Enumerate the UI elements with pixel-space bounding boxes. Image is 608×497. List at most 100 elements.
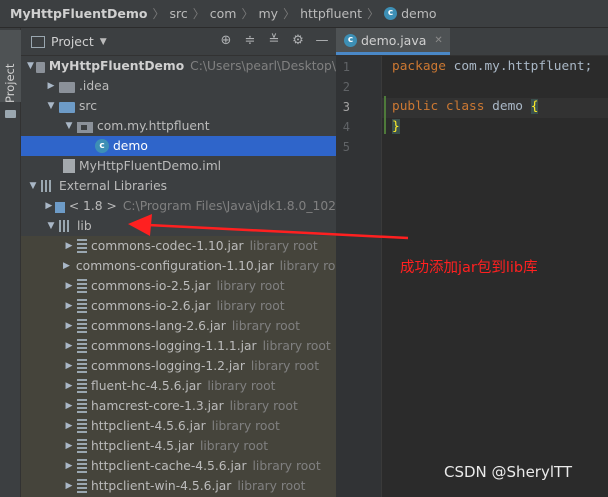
watermark: CSDN @SherylTT — [444, 463, 573, 481]
tree-row-jar[interactable]: ▶ httpclient-win-4.5.6.jar library root — [21, 476, 336, 496]
library-root-hint: library root — [229, 399, 298, 413]
java-class-icon: c — [384, 7, 398, 20]
chevron-right-icon[interactable]: ▶ — [63, 361, 75, 371]
chevron-right-icon[interactable]: ▶ — [63, 441, 75, 451]
chevron-right-icon[interactable]: ▶ — [63, 421, 75, 431]
tree-row-jar[interactable]: ▶ fluent-hc-4.5.6.jar library root — [21, 376, 336, 396]
library-root-hint: library root — [216, 279, 285, 293]
jar-icon — [77, 359, 87, 373]
java-class-icon: c — [344, 33, 357, 47]
tree-row-jar[interactable]: ▶ httpclient-4.5.6.jar library root — [21, 416, 336, 436]
tree-row-jar[interactable]: ▶ commons-codec-1.10.jar library root — [21, 236, 336, 256]
tree-row-package[interactable]: ▼ com.my.httpfluent — [21, 116, 336, 136]
tree-row-jar[interactable]: ▶ commons-io-2.5.jar library root — [21, 276, 336, 296]
chevron-right-icon: 〉 — [283, 7, 296, 21]
chevron-right-icon[interactable]: ▶ — [63, 281, 75, 291]
chevron-right-icon[interactable]: ▶ — [63, 341, 75, 351]
jar-icon — [77, 319, 87, 333]
tab-label: demo.java — [361, 32, 427, 48]
breadcrumb-com[interactable]: com — [210, 6, 237, 21]
chevron-right-icon: 〉 — [367, 7, 380, 21]
tree-row-jar[interactable]: ▶ httpclient-4.5.jar library root — [21, 436, 336, 456]
jar-name: commons-logging-1.2.jar — [91, 359, 245, 373]
jar-icon — [77, 399, 87, 413]
chevron-down-icon[interactable]: ▼ — [100, 37, 107, 47]
library-root-hint: library root — [262, 339, 331, 353]
jar-name: fluent-hc-4.5.6.jar — [91, 379, 202, 393]
tree-row-src[interactable]: ▼ src — [21, 96, 336, 116]
tree-row-jdk[interactable]: ▶ < 1.8 > C:\Program Files\Java\jdk1.8.0… — [21, 196, 336, 216]
tree-row-demo[interactable]: c demo — [21, 136, 336, 156]
chevron-right-icon[interactable]: ▶ — [63, 301, 75, 311]
chevron-right-icon[interactable]: ▶ — [63, 241, 75, 251]
breadcrumb-httpfluent[interactable]: httpfluent — [300, 6, 362, 21]
jar-icon — [77, 419, 87, 433]
project-tool-label[interactable]: Project — [3, 64, 17, 103]
tree-label: src — [79, 99, 97, 113]
tree-row-root[interactable]: ▼ MyHttpFluentDemo C:\Users\pearl\Deskto… — [21, 56, 336, 76]
tree-row-jar[interactable]: ▶ commons-logging-1.1.1.jar library root — [21, 336, 336, 356]
chevron-right-icon[interactable]: ▶ — [63, 461, 75, 471]
jar-name: httpclient-cache-4.5.6.jar — [91, 459, 247, 473]
tab-demo-java[interactable]: c demo.java ✕ — [336, 28, 450, 55]
library-root-hint: library root — [249, 239, 318, 253]
chevron-down-icon[interactable]: ▼ — [27, 61, 34, 71]
jar-name: httpclient-4.5.6.jar — [91, 419, 206, 433]
chevron-down-icon[interactable]: ▼ — [27, 181, 39, 191]
chevron-right-icon[interactable]: ▶ — [45, 201, 53, 211]
tree-label: com.my.httpfluent — [97, 119, 210, 133]
chevron-down-icon[interactable]: ▼ — [45, 221, 57, 231]
library-root-hint: library root — [237, 479, 306, 493]
breadcrumb-my[interactable]: my — [259, 6, 279, 21]
chevron-down-icon[interactable]: ▼ — [63, 121, 75, 131]
chevron-right-icon[interactable]: ▶ — [63, 321, 75, 331]
jar-icon — [77, 279, 87, 293]
tree-row-jar[interactable]: ▶ commons-configuration-1.10.jar library… — [21, 256, 336, 276]
collapse-icon[interactable]: ≑ — [242, 33, 258, 49]
jar-icon — [77, 479, 87, 493]
tree-row-jar[interactable]: ▶ commons-lang-2.6.jar library root — [21, 316, 336, 336]
close-icon[interactable]: ✕ — [434, 35, 442, 46]
keyword: public class — [392, 99, 485, 114]
gear-icon[interactable]: ⚙ — [290, 33, 306, 49]
tree-label: .idea — [79, 79, 110, 93]
library-root-hint: library root — [231, 319, 301, 333]
target-icon[interactable]: ⊕ — [218, 33, 234, 49]
chevron-right-icon[interactable]: ▶ — [63, 381, 75, 391]
tree-row-idea[interactable]: ▶ .idea — [21, 76, 336, 96]
module-file-icon — [63, 159, 75, 173]
tree-row-iml[interactable]: MyHttpFluentDemo.iml — [21, 156, 336, 176]
breadcrumb-file[interactable]: demo — [401, 6, 436, 21]
tree-row-lib[interactable]: ▼ lib — [21, 216, 336, 236]
chevron-right-icon[interactable]: ▶ — [63, 401, 75, 411]
tree-row-jar[interactable]: ▶ commons-logging-1.2.jar library root — [21, 356, 336, 376]
tree-row-jar[interactable]: ▶ commons-io-2.6.jar library root — [21, 296, 336, 316]
tree-label: lib — [77, 219, 92, 233]
jar-name: commons-lang-2.6.jar — [91, 319, 226, 333]
tree-label: demo — [113, 139, 148, 153]
tree-row-jar[interactable]: ▶ httpclient-cache-4.5.6.jar library roo… — [21, 456, 336, 476]
jar-name: commons-io-2.5.jar — [91, 279, 211, 293]
tree-row-jar[interactable]: ▶ hamcrest-core-1.3.jar library root — [21, 396, 336, 416]
code-line-1: package com.my.httpfluent; — [392, 59, 592, 74]
project-view-selector[interactable]: Project — [51, 34, 94, 49]
jar-name: hamcrest-core-1.3.jar — [91, 399, 224, 413]
library-root-hint: library root — [279, 259, 336, 273]
code-text: com.my.httpfluent; — [445, 59, 593, 74]
chevron-down-icon[interactable]: ▼ — [45, 101, 57, 111]
breadcrumb-src[interactable]: src — [170, 6, 188, 21]
jdk-folder-icon — [54, 201, 65, 213]
java-class-icon: c — [95, 139, 109, 153]
chevron-right-icon[interactable]: ▶ — [63, 261, 70, 271]
breadcrumb-project[interactable]: MyHttpFluentDemo — [10, 6, 148, 21]
chevron-right-icon[interactable]: ▶ — [45, 81, 57, 91]
breadcrumb: MyHttpFluentDemo 〉 src 〉 com 〉 my 〉 http… — [0, 0, 608, 28]
expand-icon[interactable]: ≚ — [266, 33, 282, 49]
jar-icon — [77, 439, 87, 453]
library-root-hint: library root — [216, 299, 285, 313]
chevron-right-icon[interactable]: ▶ — [63, 481, 75, 491]
jar-name: commons-io-2.6.jar — [91, 299, 211, 313]
tree-row-external-libraries[interactable]: ▼ External Libraries — [21, 176, 336, 196]
minimize-icon[interactable]: — — [314, 33, 330, 49]
jar-icon — [77, 299, 87, 313]
